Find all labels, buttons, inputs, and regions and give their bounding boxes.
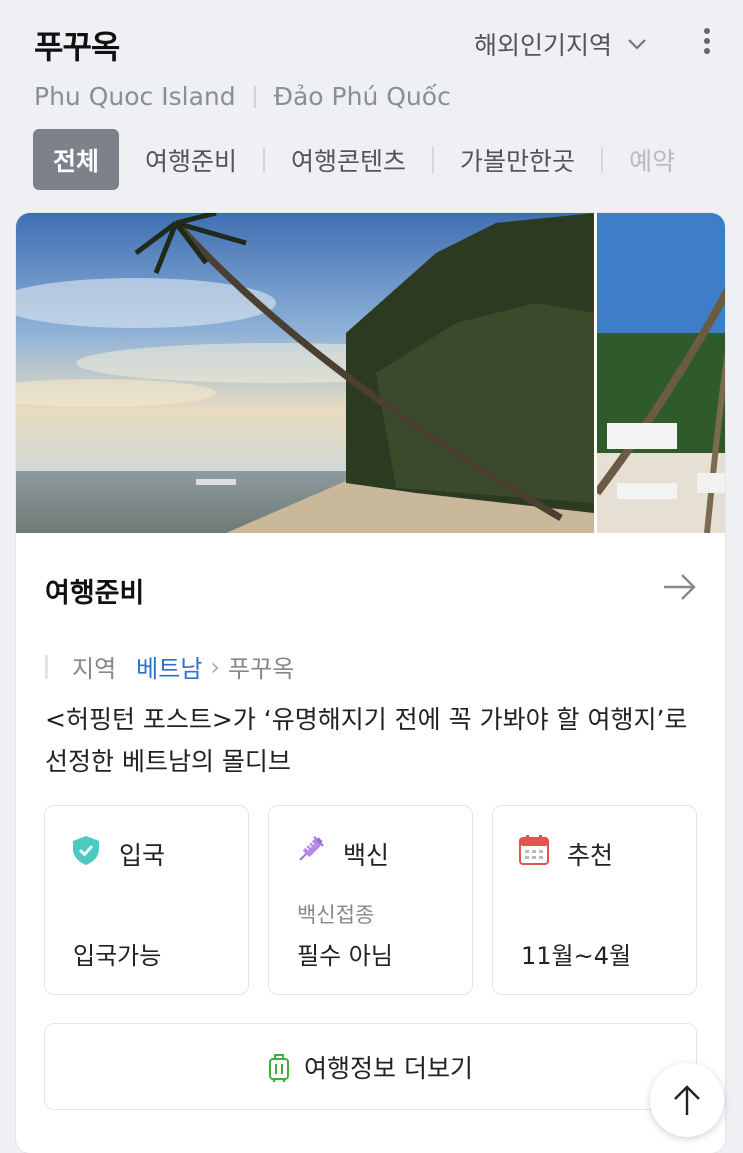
tab-travel-prep[interactable]: 여행준비 xyxy=(145,129,237,190)
breadcrumb: 지역 베트남 › 푸꾸옥 xyxy=(45,649,294,684)
shield-check-icon xyxy=(73,836,99,865)
tab-bar: 전체 여행준비 여행콘텐츠 가볼만한곳 예약 xyxy=(33,129,675,190)
scroll-top-button[interactable] xyxy=(650,1063,724,1137)
breadcrumb-bar xyxy=(45,654,48,679)
tab-travel-content[interactable]: 여행콘텐츠 xyxy=(291,129,406,190)
beach-photo[interactable] xyxy=(16,213,594,533)
arrow-up-icon xyxy=(674,1085,700,1115)
subtitle-divider xyxy=(253,85,256,108)
breadcrumb-country-link[interactable]: 베트남 xyxy=(136,649,202,684)
info-entry-value: 입국가능 xyxy=(73,942,162,970)
info-vaccine-label: 백신 xyxy=(343,841,390,870)
travel-info-more-button[interactable]: 여행정보 더보기 xyxy=(44,1023,697,1110)
info-vaccine-sub: 백신접종 xyxy=(297,903,375,927)
region-dropdown[interactable]: 해외인기지역 xyxy=(474,26,648,62)
info-entry-label: 입국 xyxy=(119,841,166,870)
breadcrumb-label: 지역 xyxy=(72,655,117,683)
arrow-right-icon[interactable] xyxy=(662,569,698,605)
breadcrumb-city: 푸꾸옥 xyxy=(228,655,295,683)
luggage-icon xyxy=(269,1053,290,1082)
chevron-right-icon: › xyxy=(210,652,221,681)
page-title: 푸꾸옥 xyxy=(34,28,120,66)
info-vaccine-box: 백신 백신접종 필수 아님 xyxy=(268,805,473,995)
travel-info-more-label: 여행정보 더보기 xyxy=(304,1053,473,1083)
destination-description: <허핑턴 포스트>가 ‘유명해지기 전에 꼭 가봐야 할 여행지’로 선정한 베… xyxy=(45,705,688,776)
tab-attractions[interactable]: 가볼만한곳 xyxy=(460,129,575,190)
subtitle: Phu Quoc Island Đảo Phú Quốc xyxy=(34,82,451,111)
info-recommend-value: 11월~4월 xyxy=(521,942,632,970)
chevron-down-icon xyxy=(628,39,646,50)
info-vaccine-value: 필수 아님 xyxy=(297,942,393,970)
region-dropdown-label: 해외인기지역 xyxy=(474,31,613,60)
tab-divider xyxy=(601,146,604,173)
travel-card: 여행준비 지역 베트남 › 푸꾸옥 <허핑턴 포스트>가 ‘유명해지기 전에 꼭… xyxy=(16,213,725,1153)
tab-reservation[interactable]: 예약 xyxy=(629,129,675,190)
more-options-icon[interactable] xyxy=(697,26,717,56)
calendar-icon xyxy=(519,835,549,865)
info-entry-box: 입국 입국가능 xyxy=(44,805,249,995)
tab-all[interactable]: 전체 xyxy=(33,129,120,190)
syringe-icon xyxy=(299,836,324,861)
section-title: 여행준비 xyxy=(45,578,145,609)
tab-divider xyxy=(263,146,266,173)
info-recommend-label: 추천 xyxy=(567,841,614,870)
subtitle-vietnamese: Đảo Phú Quốc xyxy=(273,82,451,111)
resort-photo[interactable] xyxy=(597,213,725,533)
tab-divider xyxy=(432,146,435,173)
subtitle-english: Phu Quoc Island xyxy=(34,82,236,111)
info-recommend-box: 추천 11월~4월 xyxy=(492,805,697,995)
header: 푸꾸옥 해외인기지역 Phu Quoc Island Đảo Phú Quốc … xyxy=(0,0,743,210)
